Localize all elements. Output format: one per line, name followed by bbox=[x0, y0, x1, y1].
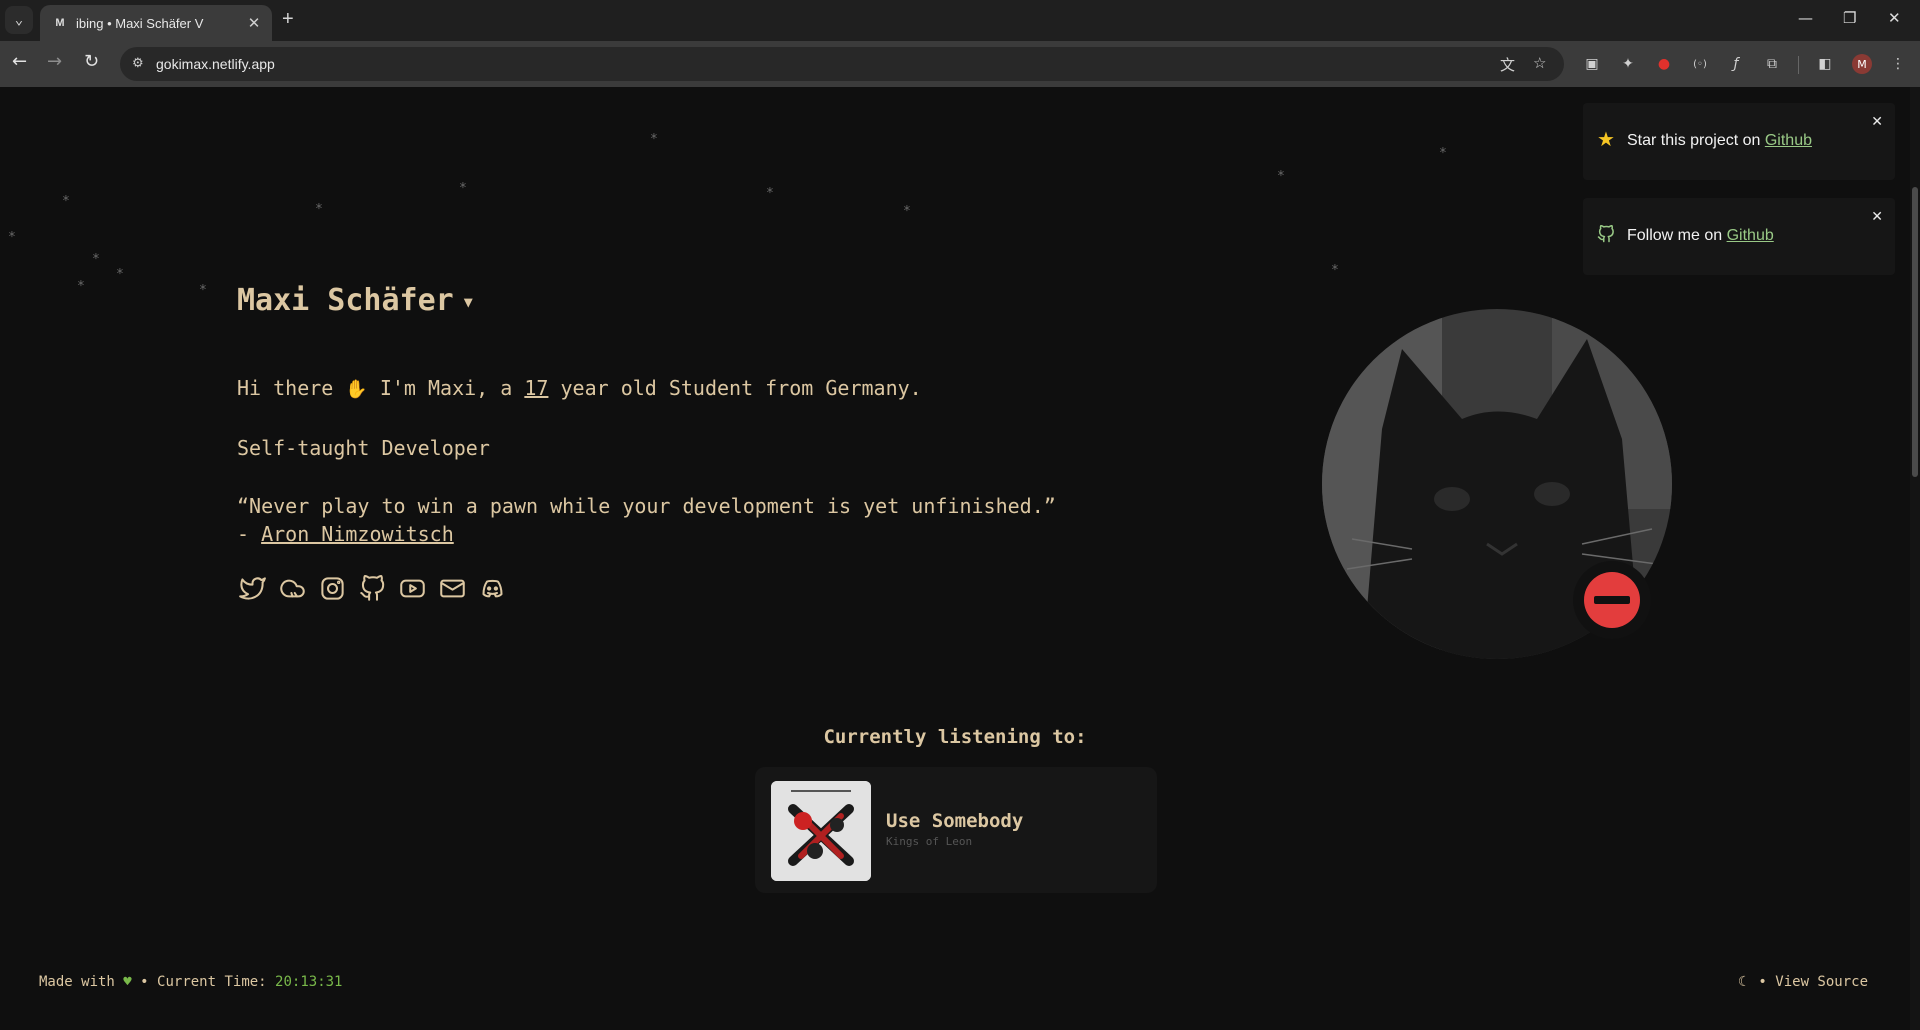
footer-right: ☾ • View Source bbox=[1738, 974, 1868, 990]
tab-search-button[interactable]: ⌄ bbox=[5, 6, 33, 34]
toast-text: Star this project on Github bbox=[1627, 132, 1812, 149]
menu-kebab-icon[interactable]: ⋮ bbox=[1886, 52, 1910, 76]
extension-icon[interactable]: ▣ bbox=[1580, 52, 1604, 76]
star-icon: ★ bbox=[1597, 129, 1615, 151]
heart-icon: ♥ bbox=[123, 974, 132, 990]
extension-icon[interactable]: (◦) bbox=[1688, 52, 1712, 76]
star-particle: * bbox=[650, 132, 658, 147]
role-line: Self-taught Developer bbox=[237, 436, 490, 460]
profile-name[interactable]: Maxi Schäfer ▼ bbox=[237, 283, 473, 318]
browser-tab[interactable]: M ibing • Maxi Schäfer V ✕ bbox=[40, 5, 272, 41]
browser-toolbar: ← → ↻ ⚙ gokimax.netlify.app 文 ☆ ▣ ✦ ● (◦… bbox=[0, 41, 1920, 87]
toast-github-link[interactable]: Github bbox=[1727, 227, 1774, 244]
page-scrollbar[interactable] bbox=[1910, 87, 1920, 1030]
extension-icon[interactable]: ✦ bbox=[1616, 52, 1640, 76]
caret-down-icon[interactable]: ▼ bbox=[464, 293, 473, 311]
address-bar[interactable]: ⚙ gokimax.netlify.app 文 ☆ bbox=[120, 47, 1564, 81]
scrollbar-thumb[interactable] bbox=[1912, 187, 1918, 477]
follow-toast: Follow me on Github ✕ bbox=[1583, 198, 1895, 275]
greeting-line: Hi there ✋ I'm Maxi, a 17 year old Stude… bbox=[237, 374, 1056, 404]
toolbar-divider bbox=[1798, 56, 1799, 74]
current-time-label: • Current Time: bbox=[140, 974, 267, 990]
footer-left: Made with ♥ • Current Time: 20:13:31 bbox=[39, 974, 342, 990]
social-links bbox=[237, 573, 507, 603]
star-particle: * bbox=[766, 186, 774, 201]
now-playing-card[interactable]: Use Somebody Kings of Leon bbox=[755, 767, 1157, 893]
star-particle: * bbox=[199, 283, 207, 298]
age-link[interactable]: 17 bbox=[524, 376, 548, 400]
footer-separator: • bbox=[1758, 974, 1767, 990]
profile-avatar[interactable]: M bbox=[1852, 54, 1872, 74]
track-title: Use Somebody bbox=[886, 810, 1024, 832]
quote-text: “Never play to win a pawn while your dev… bbox=[237, 494, 1056, 518]
star-particle: * bbox=[459, 181, 467, 196]
extension-icon[interactable]: ● bbox=[1652, 52, 1676, 76]
star-particle: * bbox=[77, 279, 85, 294]
chevron-down-icon: ⌄ bbox=[14, 12, 24, 28]
github-icon bbox=[1597, 224, 1615, 247]
extensions-puzzle-icon[interactable]: ⧉ bbox=[1760, 52, 1784, 76]
toast-text: Follow me on Github bbox=[1627, 227, 1774, 244]
album-art bbox=[771, 781, 871, 881]
minimize-icon[interactable]: — bbox=[1798, 9, 1813, 27]
twitter-icon[interactable] bbox=[237, 573, 267, 603]
close-icon[interactable]: ✕ bbox=[1871, 209, 1883, 225]
reload-icon[interactable]: ↻ bbox=[84, 51, 99, 72]
close-icon[interactable]: ✕ bbox=[1871, 114, 1883, 130]
star-particle: * bbox=[315, 202, 323, 217]
url-text: gokimax.netlify.app bbox=[156, 56, 275, 72]
close-window-icon[interactable]: ✕ bbox=[1888, 9, 1901, 27]
avatar-container bbox=[1322, 309, 1672, 659]
now-playing-heading: Currently listening to: bbox=[823, 726, 1087, 748]
mail-icon[interactable] bbox=[437, 573, 467, 603]
star-particle: * bbox=[62, 194, 70, 209]
greeting-text: Hi there bbox=[237, 376, 334, 400]
star-particle: * bbox=[92, 252, 100, 267]
profile-name-text: Maxi Schäfer bbox=[237, 283, 454, 318]
do-not-disturb-icon bbox=[1584, 572, 1640, 628]
translate-icon[interactable]: 文 bbox=[1500, 54, 1515, 75]
side-panel-icon[interactable]: ◧ bbox=[1813, 52, 1837, 76]
tab-favicon: M bbox=[55, 17, 65, 29]
quote-prefix: - bbox=[237, 522, 262, 546]
star-particle: * bbox=[1439, 146, 1447, 161]
restore-icon[interactable]: ❐ bbox=[1843, 9, 1856, 27]
extension-icon[interactable]: ƒ bbox=[1724, 52, 1748, 76]
quote-author-link[interactable]: Aron Nimzowitsch bbox=[261, 522, 454, 546]
waving-hand-icon: ✋ bbox=[345, 379, 368, 400]
quote-author-line: - Aron Nimzowitsch bbox=[237, 520, 1056, 548]
page-content: * * * * * * * * * * * * * * Maxi Schäfer… bbox=[0, 87, 1910, 1030]
new-tab-button[interactable]: + bbox=[282, 8, 294, 31]
back-icon[interactable]: ← bbox=[12, 51, 27, 72]
bio: Hi there ✋ I'm Maxi, a 17 year old Stude… bbox=[237, 374, 1056, 548]
star-project-toast: ★ Star this project on Github ✕ bbox=[1583, 103, 1895, 180]
moon-icon[interactable]: ☾ bbox=[1738, 974, 1751, 990]
star-particle: * bbox=[116, 267, 124, 282]
track-artist: Kings of Leon bbox=[886, 835, 973, 848]
forward-icon[interactable]: → bbox=[47, 51, 62, 72]
star-particle: * bbox=[1331, 263, 1339, 278]
star-particle: * bbox=[8, 230, 16, 245]
site-info-icon[interactable]: ⚙ bbox=[132, 55, 144, 71]
close-tab-icon[interactable]: ✕ bbox=[244, 14, 264, 32]
greeting-text: I'm Maxi, a bbox=[379, 376, 513, 400]
toast-github-link[interactable]: Github bbox=[1765, 132, 1812, 149]
bookmark-star-icon[interactable]: ☆ bbox=[1533, 54, 1546, 72]
album-cover bbox=[771, 781, 871, 881]
youtube-icon[interactable] bbox=[397, 573, 427, 603]
github-icon[interactable] bbox=[357, 573, 387, 603]
made-with-text: Made with bbox=[39, 974, 115, 990]
star-particle: * bbox=[1277, 169, 1285, 184]
cloud-icon[interactable] bbox=[277, 573, 307, 603]
star-particle: * bbox=[903, 204, 911, 219]
view-source-link[interactable]: View Source bbox=[1775, 974, 1868, 990]
tab-strip: ⌄ M ibing • Maxi Schäfer V ✕ + — ❐ ✕ bbox=[0, 0, 1920, 41]
discord-icon[interactable] bbox=[477, 573, 507, 603]
current-time-value: 20:13:31 bbox=[275, 974, 343, 990]
tab-title: ibing • Maxi Schäfer V bbox=[76, 15, 204, 31]
greeting-text: year old Student from Germany. bbox=[560, 376, 922, 400]
instagram-icon[interactable] bbox=[317, 573, 347, 603]
